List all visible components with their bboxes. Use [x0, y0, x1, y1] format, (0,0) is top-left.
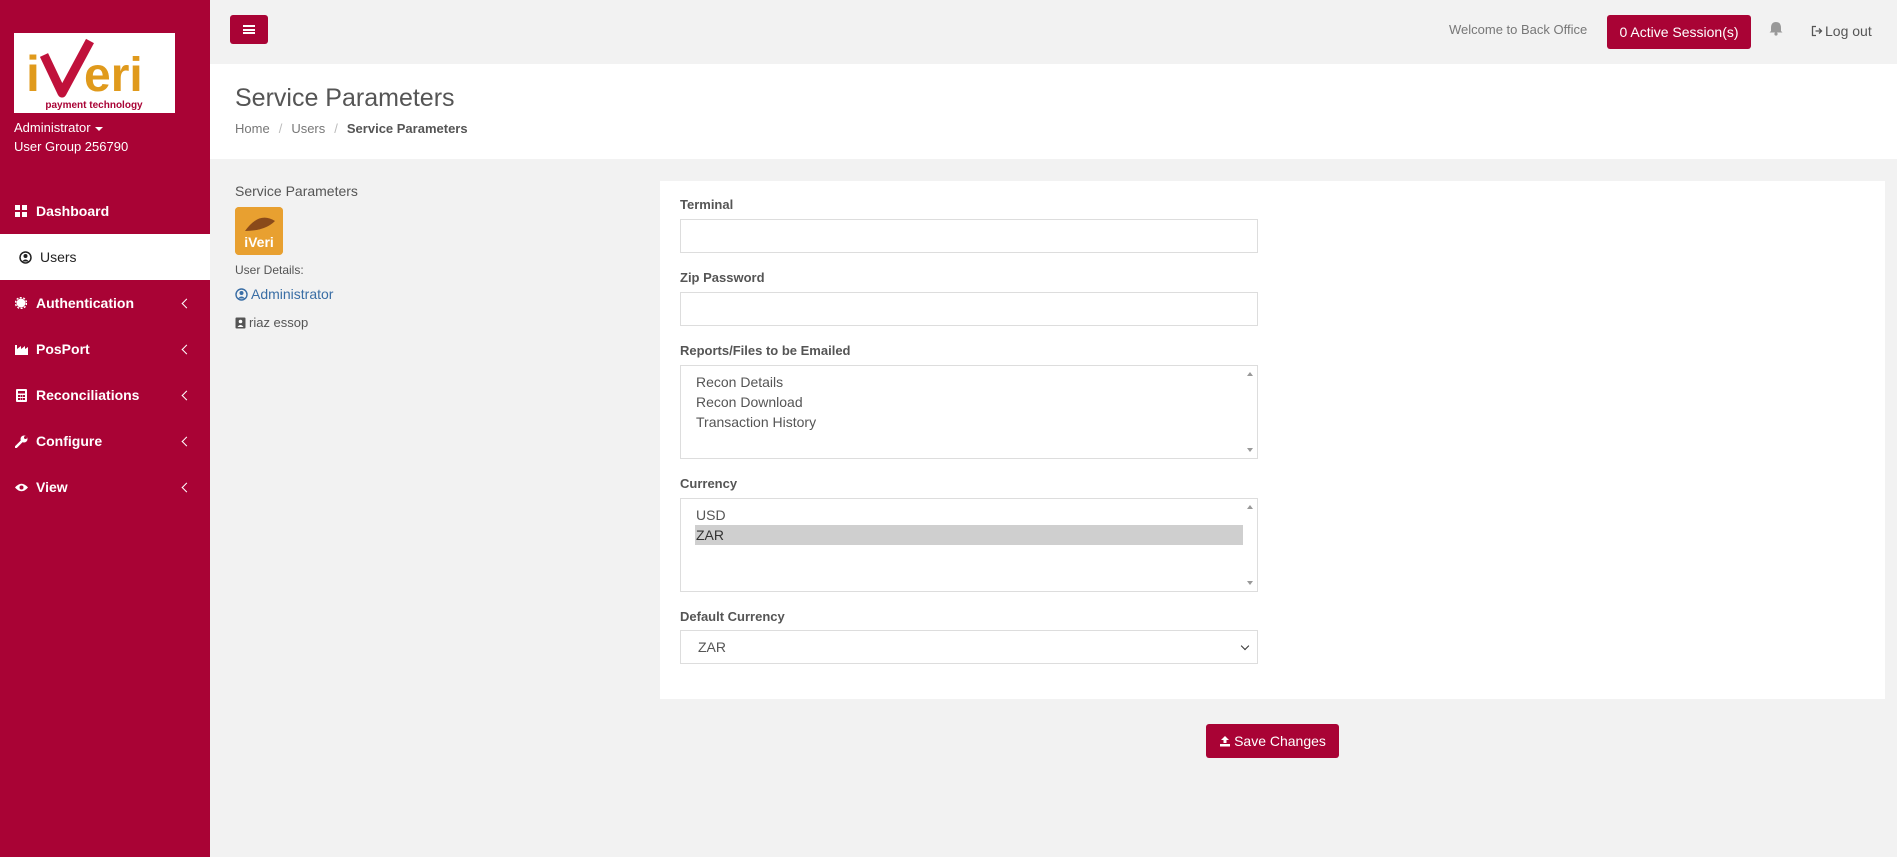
chevron-left-icon [181, 390, 192, 401]
terminal-label: Terminal [680, 197, 734, 212]
topbar: Welcome to Back Office 0 Active Session(… [210, 0, 1897, 65]
currency-multiselect[interactable]: USD ZAR [680, 498, 1258, 592]
svg-text:iVeri: iVeri [244, 234, 274, 250]
fullname-text: riaz essop [249, 315, 309, 330]
page-title: Service Parameters [235, 84, 455, 112]
active-sessions-button[interactable]: 0 Active Session(s) [1607, 15, 1751, 49]
logout-icon [1811, 25, 1823, 37]
list-scrollbar[interactable] [1243, 366, 1257, 458]
sidebar: i eri payment technology Administrator U… [0, 0, 210, 857]
username-text: Administrator [251, 286, 334, 302]
dashboard-icon [14, 204, 28, 218]
breadcrumb: Home / Users / Service Parameters [235, 121, 468, 136]
chevron-left-icon [181, 344, 192, 355]
service-parameters-form: Terminal Zip Password Reports/Files to b… [660, 181, 1885, 699]
list-scrollbar[interactable] [1243, 499, 1257, 591]
sidebar-item-posport[interactable]: PosPort [0, 326, 210, 372]
factory-icon [14, 342, 28, 356]
reports-multiselect[interactable]: Recon Details Recon Download Transaction… [680, 365, 1258, 459]
breadcrumb-current: Service Parameters [346, 121, 468, 136]
sidebar-item-label: Reconciliations [36, 387, 140, 403]
user-group-label: User Group 256790 [14, 139, 129, 154]
menu-toggle-button[interactable] [230, 15, 268, 44]
chevron-left-icon [181, 298, 192, 309]
user-circle-icon [235, 287, 248, 301]
cog-icon [14, 296, 28, 310]
sidebar-nav: Dashboard Users Authentication PosPort R… [0, 188, 210, 510]
sidebar-item-label: PosPort [36, 341, 90, 357]
sidebar-item-authentication[interactable]: Authentication [0, 280, 210, 326]
zip-password-label: Zip Password [680, 270, 765, 285]
id-card-icon [235, 317, 246, 328]
default-currency-select[interactable]: ZAR [680, 630, 1258, 664]
sidebar-item-label: Configure [36, 433, 103, 449]
user-details-label: User Details: [235, 263, 304, 277]
breadcrumb-users[interactable]: Users [291, 121, 325, 136]
currency-option-selected[interactable]: ZAR [695, 525, 1243, 545]
sidebar-item-dashboard[interactable]: Dashboard [0, 188, 210, 234]
currency-option[interactable]: USD [695, 505, 1243, 525]
sidebar-item-label: Authentication [36, 295, 134, 311]
currency-label: Currency [680, 476, 738, 491]
chevron-left-icon [181, 482, 192, 493]
sidebar-item-label: View [36, 479, 68, 495]
chevron-left-icon [181, 436, 192, 447]
merchant-logo: iVeri [235, 207, 283, 255]
sidebar-item-label: Dashboard [36, 203, 110, 219]
bell-icon[interactable] [1768, 20, 1784, 36]
default-currency-label: Default Currency [680, 609, 785, 624]
caret-down-icon [94, 126, 103, 131]
breadcrumb-home[interactable]: Home [235, 121, 270, 136]
hamburger-icon [243, 25, 255, 34]
reports-option[interactable]: Transaction History [695, 412, 1243, 432]
wrench-icon [14, 434, 28, 448]
logout-label: Log out [1825, 23, 1872, 39]
save-changes-label: Save Changes [1234, 733, 1326, 749]
logout-link[interactable]: Log out [1811, 23, 1872, 39]
username-link[interactable]: Administrator [235, 286, 615, 302]
sidebar-item-reconciliations[interactable]: Reconciliations [0, 372, 210, 418]
reports-label: Reports/Files to be Emailed [680, 343, 851, 358]
svg-text:eri: eri [84, 49, 143, 102]
chevron-down-icon [1240, 641, 1250, 651]
user-fullname: riaz essop [235, 315, 615, 330]
upload-icon [1220, 736, 1231, 747]
reports-option[interactable]: Recon Details [695, 372, 1243, 392]
iveri-logo[interactable]: i eri payment technology [14, 33, 175, 113]
svg-text:payment technology: payment technology [45, 100, 143, 111]
sidebar-item-users[interactable]: Users [0, 234, 210, 280]
default-currency-value: ZAR [698, 639, 726, 655]
sidebar-item-configure[interactable]: Configure [0, 418, 210, 464]
save-changes-button[interactable]: Save Changes [1206, 724, 1339, 758]
reports-option[interactable]: Recon Download [695, 392, 1243, 412]
page-header: Service Parameters Home / Users / Service Pa… [210, 64, 1897, 159]
sidebar-item-view[interactable]: View [0, 464, 210, 510]
user-role-dropdown[interactable]: Administrator [14, 120, 103, 135]
sidebar-item-label: Users [40, 249, 77, 265]
terminal-input[interactable] [680, 219, 1258, 253]
welcome-text: Welcome to Back Office [1449, 22, 1588, 37]
zip-password-input[interactable] [680, 292, 1258, 326]
user-details-panel: Service Parameters iVeri User Details: A… [235, 183, 615, 330]
panel-title: Service Parameters [235, 183, 358, 199]
user-circle-icon [18, 250, 32, 264]
calculator-icon [14, 388, 28, 402]
eye-icon [14, 480, 28, 494]
svg-text:i: i [26, 46, 40, 102]
